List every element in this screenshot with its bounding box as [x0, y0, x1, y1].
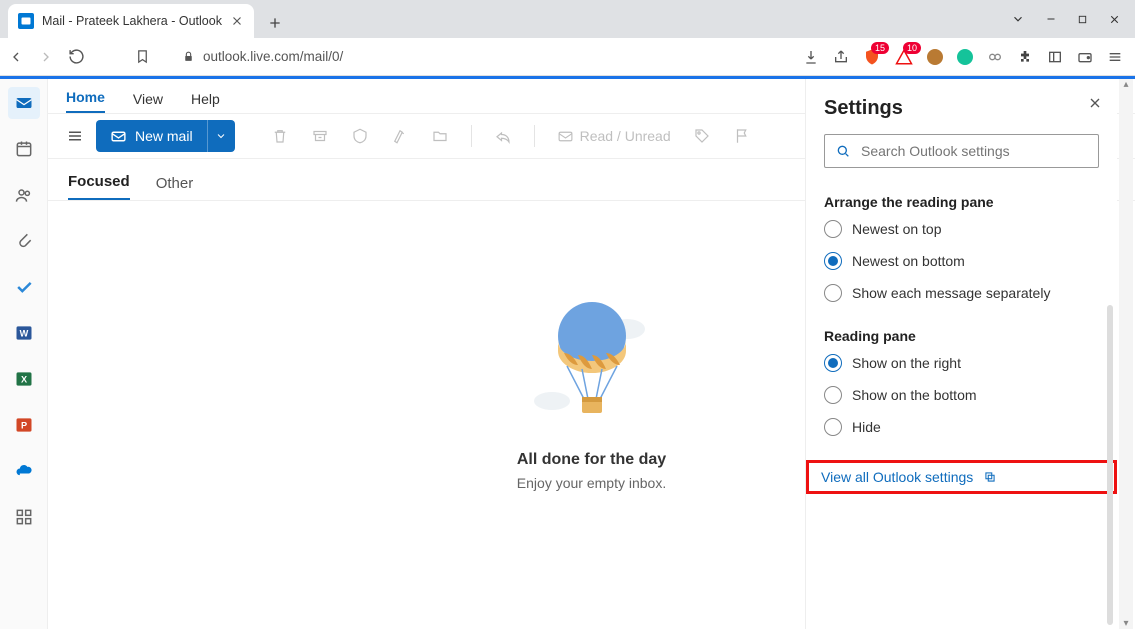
radio-label: Hide	[852, 419, 881, 435]
menu-help[interactable]: Help	[191, 91, 220, 113]
report-icon[interactable]	[351, 127, 369, 145]
read-unread-button[interactable]: Read / Unread	[557, 128, 671, 145]
archive-icon[interactable]	[311, 127, 329, 145]
settings-search-input[interactable]	[861, 143, 1088, 159]
url-text: outlook.live.com/mail/0/	[203, 49, 343, 64]
rail-files-icon[interactable]	[8, 225, 40, 257]
new-mail-button[interactable]: New mail	[96, 120, 235, 152]
rail-people-icon[interactable]	[8, 179, 40, 211]
tab-title: Mail - Prateek Lakhera - Outlook	[42, 14, 222, 28]
browser-extensions: 15 10	[803, 48, 1127, 66]
delete-icon[interactable]	[271, 127, 289, 145]
alert-count: 10	[903, 42, 921, 54]
browser-tab[interactable]: Mail - Prateek Lakhera - Outlook	[8, 4, 254, 38]
sidebar-toggle-icon[interactable]	[1047, 49, 1063, 65]
browser-titlebar: Mail - Prateek Lakhera - Outlook	[0, 0, 1135, 38]
menu-view[interactable]: View	[133, 91, 163, 113]
brave-shield-count: 15	[871, 42, 889, 54]
forward-icon	[38, 49, 54, 65]
read-unread-label: Read / Unread	[580, 128, 671, 144]
reply-icon[interactable]	[494, 127, 512, 145]
radio-hide[interactable]: Hide	[824, 418, 1099, 436]
new-mail-label: New mail	[135, 128, 193, 144]
menu-icon[interactable]	[1107, 49, 1123, 65]
lock-icon	[182, 50, 195, 63]
maximize-icon[interactable]	[1077, 14, 1088, 25]
sweep-icon[interactable]	[391, 127, 409, 145]
url-field[interactable]: outlook.live.com/mail/0/	[95, 49, 793, 64]
radio-newest-on-bottom[interactable]: Newest on bottom	[824, 252, 1099, 270]
back-icon[interactable]	[8, 49, 24, 65]
radio-show-right[interactable]: Show on the right	[824, 354, 1099, 372]
reload-icon[interactable]	[68, 48, 85, 65]
download-icon[interactable]	[803, 49, 819, 65]
radio-label: Newest on bottom	[852, 253, 965, 269]
minimize-icon[interactable]	[1045, 13, 1057, 25]
link-icon[interactable]	[987, 49, 1003, 65]
wallet-icon[interactable]	[1077, 49, 1093, 65]
moveto-icon[interactable]	[431, 127, 449, 145]
rail-calendar-icon[interactable]	[8, 133, 40, 165]
toolbar-separator	[534, 125, 535, 147]
svg-text:X: X	[20, 374, 27, 384]
flag-icon[interactable]	[733, 127, 751, 145]
arrange-reading-pane-title: Arrange the reading pane	[824, 194, 1099, 210]
settings-panel: Settings Arrange the reading pane Newest…	[805, 79, 1117, 629]
balloon-illustration-icon	[522, 291, 662, 431]
radio-show-bottom[interactable]: Show on the bottom	[824, 386, 1099, 404]
close-window-icon[interactable]	[1108, 13, 1121, 26]
reading-pane-title: Reading pane	[824, 328, 1099, 344]
rail-powerpoint-icon[interactable]: P	[8, 409, 40, 441]
settings-scrollbar[interactable]	[1107, 305, 1113, 625]
grammarly-icon[interactable]	[957, 49, 973, 65]
share-icon[interactable]	[833, 49, 849, 65]
radio-label: Show each message separately	[852, 285, 1050, 301]
radio-newest-on-top[interactable]: Newest on top	[824, 220, 1099, 238]
rail-apps-icon[interactable]	[8, 501, 40, 533]
brave-shield-icon[interactable]: 15	[863, 48, 881, 66]
radio-label: Newest on top	[852, 221, 942, 237]
outlook-favicon-icon	[18, 13, 34, 29]
chevron-down-icon[interactable]	[1011, 12, 1025, 26]
hamburger-icon[interactable]	[60, 121, 90, 151]
tab-close-icon[interactable]	[230, 14, 244, 28]
radio-label: Show on the right	[852, 355, 961, 371]
bookmark-icon[interactable]	[135, 49, 150, 64]
empty-subtitle: Enjoy your empty inbox.	[517, 475, 666, 491]
puzzle-icon[interactable]	[1017, 49, 1033, 65]
browser-address-bar: outlook.live.com/mail/0/ 15 10	[0, 38, 1135, 76]
view-all-settings-link[interactable]: View all Outlook settings	[821, 469, 1102, 485]
tab-other[interactable]: Other	[156, 175, 194, 200]
settings-title: Settings	[824, 97, 1099, 120]
toolbar-separator	[471, 125, 472, 147]
new-tab-button[interactable]	[260, 8, 290, 38]
view-all-settings-highlight: View all Outlook settings	[806, 460, 1117, 494]
window-controls	[997, 0, 1135, 38]
empty-title: All done for the day	[517, 451, 666, 469]
alert-triangle-icon[interactable]: 10	[895, 48, 913, 66]
settings-close-icon[interactable]	[1087, 95, 1103, 111]
new-mail-dropdown[interactable]	[207, 120, 235, 152]
rail-excel-icon[interactable]: X	[8, 363, 40, 395]
svg-text:P: P	[20, 420, 26, 430]
view-all-label: View all Outlook settings	[821, 469, 973, 485]
left-rail: W X P	[0, 79, 48, 629]
tag-icon[interactable]	[693, 127, 711, 145]
rail-todo-icon[interactable]	[8, 271, 40, 303]
settings-search[interactable]	[824, 134, 1099, 168]
rail-word-icon[interactable]: W	[8, 317, 40, 349]
rail-mail-icon[interactable]	[8, 87, 40, 119]
search-icon	[835, 143, 851, 159]
tab-focused[interactable]: Focused	[68, 173, 130, 200]
radio-show-separately[interactable]: Show each message separately	[824, 284, 1099, 302]
popout-icon	[983, 470, 997, 484]
menu-home[interactable]: Home	[66, 89, 105, 113]
radio-label: Show on the bottom	[852, 387, 977, 403]
rail-onedrive-icon[interactable]	[8, 455, 40, 487]
cookie-icon[interactable]	[927, 49, 943, 65]
page-scrollbar[interactable]: ▴ ▾	[1119, 79, 1133, 629]
svg-text:W: W	[19, 328, 28, 338]
